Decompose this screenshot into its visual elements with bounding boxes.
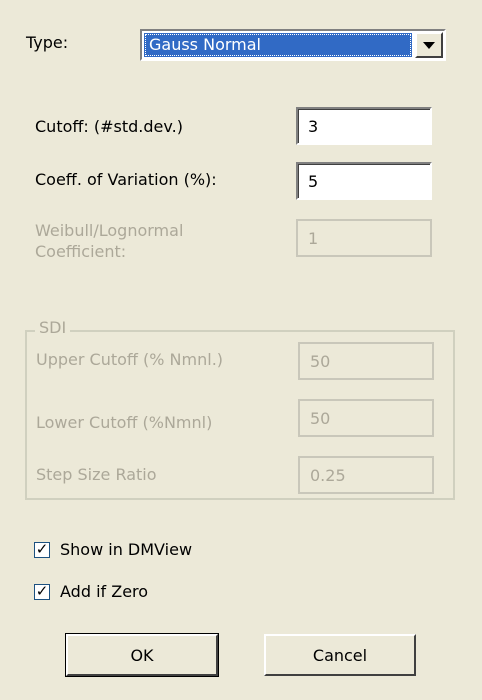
upper-cutoff-label: Upper Cutoff (% Nmnl.) xyxy=(36,350,224,369)
type-label: Type: xyxy=(26,33,69,52)
ok-button[interactable]: OK xyxy=(65,633,219,677)
chevron-down-icon xyxy=(423,41,435,49)
step-size-ratio-label: Step Size Ratio xyxy=(36,465,157,484)
show-in-dmview-checkbox[interactable]: ✓ xyxy=(34,540,50,558)
cutoff-input[interactable] xyxy=(296,107,432,145)
lower-cutoff-label: Lower Cutoff (%Nmnl) xyxy=(36,413,213,432)
checkmark-icon: ✓ xyxy=(35,582,49,600)
upper-cutoff-input xyxy=(298,342,434,380)
weibull-label: Weibull/Lognormal Coefficient: xyxy=(35,220,183,262)
add-if-zero-option[interactable]: ✓ Add if Zero xyxy=(34,582,148,601)
show-in-dmview-option[interactable]: ✓ Show in DMView xyxy=(34,540,192,559)
type-selected-value: Gauss Normal xyxy=(144,33,412,57)
type-dropdown[interactable]: Gauss Normal xyxy=(140,29,446,61)
sdi-group-title: SDI xyxy=(35,318,71,337)
weibull-label-line1: Weibull/Lognormal xyxy=(35,221,184,240)
add-if-zero-checkbox[interactable]: ✓ xyxy=(34,582,50,600)
add-if-zero-label: Add if Zero xyxy=(60,582,149,601)
cancel-button[interactable]: Cancel xyxy=(264,634,416,676)
weibull-input xyxy=(296,219,432,257)
step-size-ratio-input xyxy=(298,456,434,494)
checkmark-icon: ✓ xyxy=(35,540,49,558)
type-dropdown-button[interactable] xyxy=(415,32,443,58)
lower-cutoff-input xyxy=(298,399,434,437)
coeff-variation-label: Coeff. of Variation (%): xyxy=(35,170,217,189)
coeff-variation-input[interactable] xyxy=(296,162,432,200)
weibull-label-line2: Coefficient: xyxy=(35,242,127,261)
show-in-dmview-label: Show in DMView xyxy=(60,540,193,559)
cutoff-label: Cutoff: (#std.dev.) xyxy=(35,117,183,136)
